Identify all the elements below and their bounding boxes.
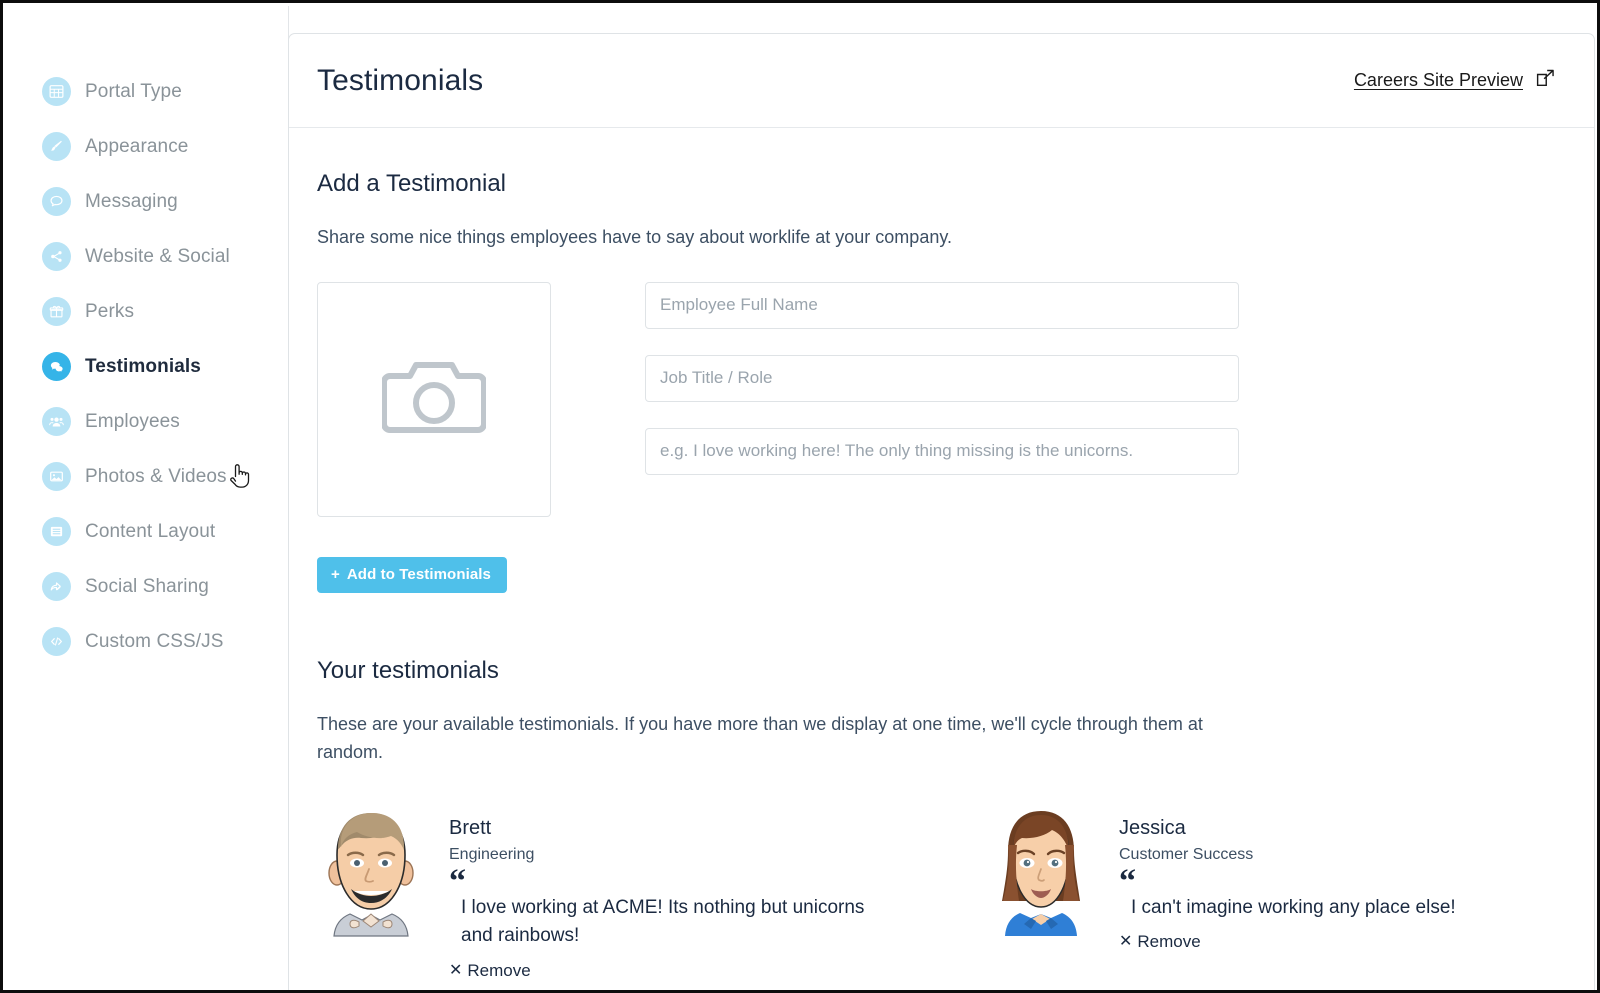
sidebar-item-label: Website & Social xyxy=(85,245,230,267)
page-title: Testimonials xyxy=(317,63,484,97)
sidebar-item-label: Photos & Videos xyxy=(85,465,227,487)
sidebar-item-website-social[interactable]: Website & Social xyxy=(6,229,288,284)
add-testimonial-form xyxy=(317,281,1566,517)
panel-body: Add a Testimonial Share some nice things… xyxy=(289,128,1594,981)
testimonial-name: Jessica xyxy=(1119,816,1186,839)
photo-upload-dropzone[interactable] xyxy=(317,281,551,517)
sidebar-item-label: Content Layout xyxy=(85,520,216,542)
chat-bubble-icon xyxy=(42,187,71,216)
add-testimonial-heading: Add a Testimonial xyxy=(317,170,506,197)
careers-site-preview-link[interactable]: Careers Site Preview xyxy=(1354,68,1556,94)
job-title-input[interactable] xyxy=(645,354,1239,402)
testimonial-card: Jessica Customer Success “ I can't imagi… xyxy=(987,801,1547,981)
testimonial-quote: I love working at ACME! Its nothing but … xyxy=(461,896,865,947)
form-fields xyxy=(645,281,1239,475)
sidebar-item-label: Testimonials xyxy=(85,355,201,377)
your-testimonials-heading: Your testimonials xyxy=(317,656,499,684)
lines-icon xyxy=(42,517,71,546)
close-icon: ✕ xyxy=(449,961,463,979)
your-testimonials-section: Your testimonials These are your availab… xyxy=(317,657,1566,981)
add-to-testimonials-label: Add to Testimonials xyxy=(346,565,492,583)
gift-icon xyxy=(42,297,71,326)
share-nodes-icon xyxy=(42,242,71,271)
remove-testimonial-button[interactable]: ✕ Remove xyxy=(1119,932,1201,952)
testimonial-card: Brett Engineering “ I love working at AC… xyxy=(317,801,877,981)
female-cartoon-avatar xyxy=(1002,810,1080,936)
close-icon: ✕ xyxy=(1119,933,1133,951)
sidebar-navigation: Portal Type Appearance Messaging Website… xyxy=(6,6,289,990)
pointing-hand-cursor xyxy=(230,464,250,488)
camera-icon xyxy=(381,356,487,443)
plus-icon: + xyxy=(331,565,340,583)
testimonial-name: Brett xyxy=(449,816,492,839)
paintbrush-icon xyxy=(42,132,71,161)
remove-label: Remove xyxy=(467,960,531,980)
sidebar-item-label: Social Sharing xyxy=(85,575,209,597)
sidebar-item-messaging[interactable]: Messaging xyxy=(6,174,288,229)
sidebar-item-appearance[interactable]: Appearance xyxy=(6,119,288,174)
testimonial-body: Jessica Customer Success “ I can't imagi… xyxy=(1119,801,1547,981)
code-icon xyxy=(42,627,71,656)
chat-bubbles-icon xyxy=(42,352,71,381)
sidebar-item-label: Portal Type xyxy=(85,80,182,102)
quote-icon: “ xyxy=(449,862,466,900)
male-cartoon-avatar xyxy=(328,812,414,937)
sidebar-item-label: Custom CSS/JS xyxy=(85,630,224,652)
sidebar-item-content-layout[interactable]: Content Layout xyxy=(6,504,288,559)
sidebar-item-custom-css-js[interactable]: Custom CSS/JS xyxy=(6,614,288,669)
grid-icon xyxy=(42,77,71,106)
sidebar-item-perks[interactable]: Perks xyxy=(6,284,288,339)
avatar xyxy=(317,801,425,981)
people-group-icon xyxy=(42,407,71,436)
sidebar-item-portal-type[interactable]: Portal Type xyxy=(6,64,288,119)
app-window: Portal Type Appearance Messaging Website… xyxy=(0,0,1600,993)
sidebar-item-label: Employees xyxy=(85,410,180,432)
quote-icon: “ xyxy=(1119,862,1136,900)
remove-label: Remove xyxy=(1137,932,1201,952)
testimonial-quote: I can't imagine working any place else! xyxy=(1131,896,1456,918)
panel-header: Testimonials Careers Site Preview xyxy=(289,34,1594,128)
testimonial-role: Customer Success xyxy=(1119,845,1254,863)
share-arrow-icon xyxy=(42,572,71,601)
content-panel: Testimonials Careers Site Preview Add a … xyxy=(288,33,1595,990)
remove-testimonial-button[interactable]: ✕ Remove xyxy=(449,961,531,981)
external-link-icon xyxy=(1535,68,1556,94)
sidebar-item-label: Appearance xyxy=(85,135,189,157)
add-to-testimonials-button[interactable]: + Add to Testimonials xyxy=(317,556,508,593)
sidebar-item-testimonials[interactable]: Testimonials xyxy=(6,339,288,394)
sidebar-item-label: Perks xyxy=(85,300,135,322)
employee-name-input[interactable] xyxy=(645,281,1239,329)
careers-site-preview-label: Careers Site Preview xyxy=(1353,70,1523,90)
testimonial-body: Brett Engineering “ I love working at AC… xyxy=(449,801,877,981)
sidebar-item-employees[interactable]: Employees xyxy=(6,394,288,449)
image-icon xyxy=(42,462,71,491)
testimonial-list: Brett Engineering “ I love working at AC… xyxy=(317,801,1566,981)
testimonial-role: Engineering xyxy=(449,845,535,863)
avatar xyxy=(987,801,1095,981)
add-testimonial-description: Share some nice things employees have to… xyxy=(317,227,953,247)
sidebar-item-label: Messaging xyxy=(85,190,178,212)
testimonial-quote-input[interactable] xyxy=(645,427,1239,475)
sidebar-item-social-sharing[interactable]: Social Sharing xyxy=(6,559,288,614)
your-testimonials-description: These are your available testimonials. I… xyxy=(317,713,1203,762)
